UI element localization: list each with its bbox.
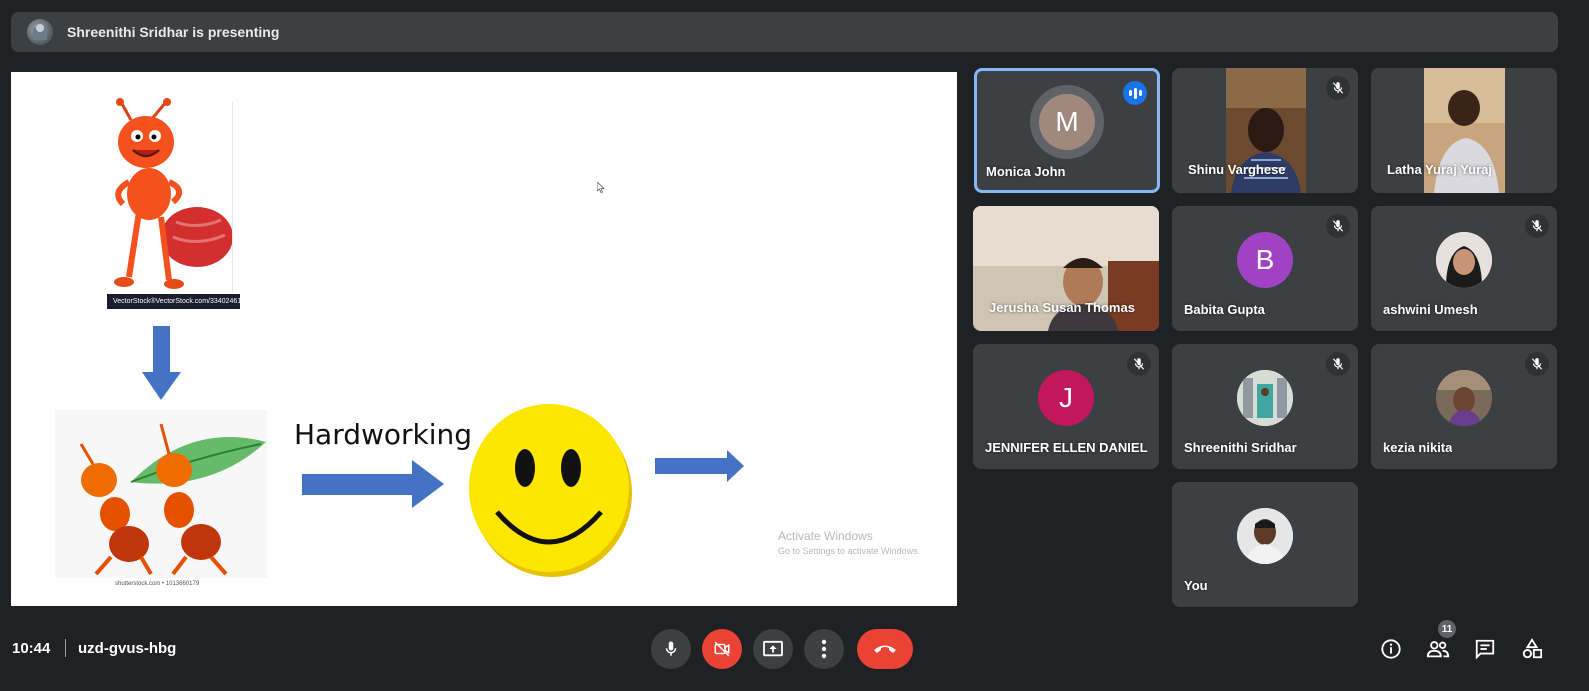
- microphone-button[interactable]: [651, 629, 691, 669]
- vectorstock-brand: VectorStock®: [113, 298, 156, 305]
- mic-off-icon: [1127, 352, 1151, 376]
- presenting-text: Shreenithi Sridhar is presenting: [67, 24, 280, 40]
- avatar: [1237, 369, 1293, 426]
- presentation-slide: VectorStock® VectorStock.com/33402461 sh…: [11, 72, 957, 606]
- profile-photo: [1436, 369, 1492, 426]
- mic-off-icon: [1525, 352, 1549, 376]
- mic-off-icon: [1326, 214, 1350, 238]
- avatar: B: [1237, 231, 1293, 288]
- participant-name: Shreenithi Sridhar: [1184, 440, 1297, 455]
- right-arrow-1: [302, 460, 444, 508]
- microphone-icon: [665, 641, 677, 656]
- activate-title: Activate Windows: [778, 529, 873, 543]
- profile-photo: [1237, 369, 1293, 426]
- participant-tile-monica-john[interactable]: M Monica John: [974, 68, 1160, 193]
- presenting-banner: Shreenithi Sridhar is presenting: [11, 12, 1558, 52]
- avatar-initial: B: [1255, 243, 1275, 275]
- avatar-initial: M: [1055, 105, 1079, 137]
- participant-tile-ashwini-umesh[interactable]: ashwini Umesh: [1371, 206, 1557, 331]
- participant-tile-shreenithi-sridhar[interactable]: Shreenithi Sridhar: [1172, 344, 1358, 469]
- vectorstock-watermark: VectorStock® VectorStock.com/33402461: [107, 294, 242, 309]
- end-call-icon: [874, 645, 896, 653]
- present-screen-button[interactable]: [753, 629, 793, 669]
- image-border: [232, 102, 233, 292]
- people-count-badge: 11: [1438, 620, 1456, 638]
- participant-tile-latha-yuraj[interactable]: Latha Yuraj Yuraj: [1371, 68, 1557, 193]
- slide-graphics: [55, 98, 744, 578]
- camera-off-icon: [714, 641, 730, 657]
- participant-name: Jerusha Susan Thomas: [989, 300, 1135, 315]
- activate-subtitle: Go to Settings to activate Windows.: [778, 546, 921, 556]
- people-button[interactable]: [1425, 636, 1451, 662]
- meeting-details-button[interactable]: [1378, 636, 1404, 662]
- profile-photo: [1436, 231, 1492, 288]
- chat-icon: [1475, 639, 1495, 660]
- shutterstock-credit: shutterstock.com • 1013660179: [115, 581, 200, 587]
- mouse-cursor-icon: [597, 182, 605, 193]
- participant-name: ashwini Umesh: [1383, 302, 1478, 317]
- participant-tile-shinu-varghese[interactable]: Shinu Varghese: [1172, 68, 1358, 193]
- present-screen-icon: [763, 640, 783, 657]
- people-icon: [1426, 641, 1450, 658]
- participant-name: Monica John: [986, 164, 1066, 179]
- activities-button[interactable]: [1519, 636, 1545, 662]
- right-arrow-2: [655, 450, 744, 482]
- participant-tile-jerusha-susan-thomas[interactable]: Jerusha Susan Thomas: [973, 206, 1159, 331]
- avatar: J: [1038, 369, 1094, 426]
- ants-carrying-leaf: [55, 410, 267, 578]
- hardworking-label: Hardworking: [294, 418, 473, 451]
- activate-windows-watermark: Activate Windows Go to Settings to activ…: [778, 529, 920, 556]
- mic-off-icon: [1326, 76, 1350, 100]
- avatar: [1436, 369, 1492, 426]
- speaking-indicator-icon: [1123, 81, 1147, 105]
- profile-photo: [1237, 507, 1293, 564]
- meeting-time: 10:44: [12, 640, 51, 657]
- chat-button[interactable]: [1472, 636, 1498, 662]
- participant-name: JENNIFER ELLEN DANIEL: [985, 440, 1148, 455]
- presenter-avatar: [27, 19, 53, 45]
- avatar: [1237, 507, 1293, 564]
- participant-tile-you[interactable]: You: [1172, 482, 1358, 607]
- participant-name: kezia nikita: [1383, 440, 1453, 455]
- meeting-code: uzd-gvus-hbg: [78, 640, 177, 657]
- bottom-divider: [65, 639, 66, 657]
- down-arrow: [142, 326, 181, 400]
- leave-call-button[interactable]: [857, 629, 913, 669]
- participant-name: Babita Gupta: [1184, 302, 1265, 317]
- participant-name: Latha Yuraj Yuraj: [1387, 162, 1493, 177]
- mic-off-icon: [1326, 352, 1350, 376]
- avatar-initial: J: [1059, 381, 1073, 413]
- more-vert-icon: [821, 639, 827, 659]
- ant-illustration: [114, 98, 233, 289]
- avatar: M: [1039, 93, 1095, 150]
- more-options-button[interactable]: [804, 629, 844, 669]
- avatar: [1436, 231, 1492, 288]
- camera-off-button[interactable]: [702, 629, 742, 669]
- participant-name: You: [1184, 578, 1208, 593]
- smiley-face: [469, 404, 632, 577]
- participant-name: Shinu Varghese: [1188, 162, 1286, 177]
- participant-tile-jennifer-ellen-daniel[interactable]: J JENNIFER ELLEN DANIEL: [973, 344, 1159, 469]
- activities-icon: [1522, 638, 1543, 659]
- participant-tile-babita-gupta[interactable]: B Babita Gupta: [1172, 206, 1358, 331]
- vectorstock-url: VectorStock.com/33402461: [155, 298, 242, 305]
- info-icon: [1381, 639, 1401, 659]
- participant-tile-kezia-nikita[interactable]: kezia nikita: [1371, 344, 1557, 469]
- mic-off-icon: [1525, 214, 1549, 238]
